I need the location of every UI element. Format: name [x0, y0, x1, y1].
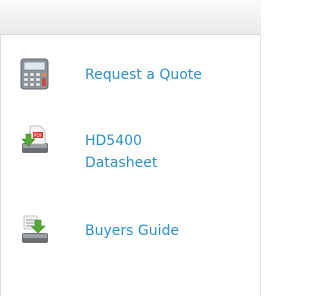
- resources-panel: Request a Quote PDF HD5400 Datasheet Buy…: [0, 0, 261, 296]
- document-download-icon: [20, 214, 50, 244]
- datasheet-link[interactable]: PDF HD5400 Datasheet: [0, 120, 261, 180]
- svg-text:PDF: PDF: [34, 133, 43, 139]
- request-quote-label: Request a Quote: [85, 67, 202, 83]
- panel-header: [0, 0, 261, 35]
- datasheet-label: HD5400 Datasheet: [85, 133, 158, 171]
- buyers-guide-label: Buyers Guide: [85, 223, 179, 239]
- buyers-guide-link[interactable]: Buyers Guide: [0, 210, 261, 254]
- request-quote-link[interactable]: Request a Quote: [0, 54, 261, 98]
- pdf-download-icon: PDF: [20, 124, 50, 154]
- calculator-icon: [20, 58, 50, 90]
